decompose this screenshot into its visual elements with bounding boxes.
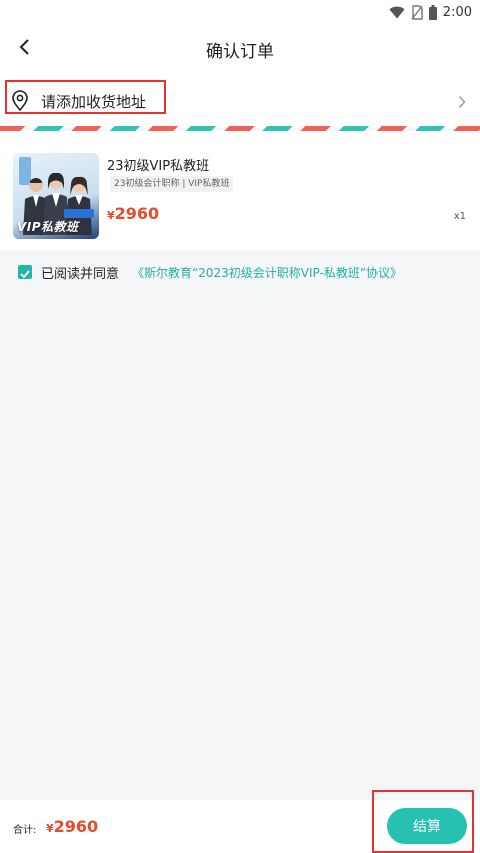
product-tags: 23初级会计职称 | VIP私教班 bbox=[110, 176, 234, 192]
total-price: ¥2960 bbox=[46, 817, 98, 836]
total-price-amount: 2960 bbox=[53, 817, 99, 836]
total-label: 合计: bbox=[13, 825, 37, 836]
total-price-currency: ¥ bbox=[46, 822, 54, 835]
product-card: VIP私教班 23初级VIP私教班 23初级会计职称 | VIP私教班 ¥296… bbox=[0, 131, 480, 250]
add-address-row[interactable]: 请添加收货地址 bbox=[0, 74, 480, 128]
product-quantity: x1 bbox=[453, 211, 466, 222]
product-price-amount: 2960 bbox=[114, 204, 160, 223]
agreement-link[interactable]: 《斯尔教育“2023初级会计职称VIP-私教班”协议》 bbox=[132, 264, 402, 281]
thumbnail-title: VIP私教班 bbox=[17, 220, 79, 234]
location-pin-icon bbox=[10, 90, 30, 116]
agreement-text: 已阅读并同意 bbox=[41, 266, 120, 282]
no-sim-icon bbox=[411, 4, 423, 20]
agreement-checkbox[interactable] bbox=[18, 265, 32, 279]
page-title: 确认订单 bbox=[206, 42, 274, 62]
status-bar: 2:00 bbox=[0, 0, 480, 24]
product-thumbnail: VIP私教班 bbox=[13, 153, 99, 239]
battery-icon bbox=[428, 4, 437, 20]
agreement-row: 已阅读并同意 《斯尔教育“2023初级会计职称VIP-私教班”协议》 bbox=[18, 262, 402, 282]
status-time: 2:00 bbox=[442, 4, 472, 20]
chevron-right-icon bbox=[458, 94, 466, 113]
thumb-badge-shape bbox=[64, 209, 94, 218]
product-name: 23初级VIP私教班 bbox=[107, 159, 210, 174]
add-address-label: 请添加收货地址 bbox=[41, 93, 147, 111]
checkmark-icon bbox=[20, 263, 30, 282]
product-price: ¥2960 bbox=[107, 204, 159, 223]
checkout-bar: 合计: ¥2960 结算 bbox=[0, 790, 480, 853]
header: 确认订单 bbox=[0, 24, 480, 74]
product-price-currency: ¥ bbox=[107, 209, 115, 222]
status-icons: 2:00 bbox=[389, 3, 472, 21]
checkout-button[interactable]: 结算 bbox=[387, 808, 467, 844]
wifi-icon bbox=[389, 6, 405, 19]
